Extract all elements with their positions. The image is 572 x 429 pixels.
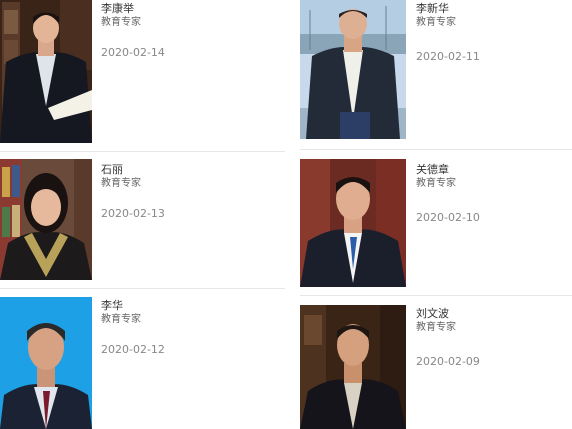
expert-name[interactable]: 李康举 (101, 2, 134, 16)
publish-date: 2020-02-12 (101, 343, 165, 356)
expert-name[interactable]: 李华 (101, 299, 123, 313)
expert-title: 教育专家 (416, 178, 456, 189)
expert-title: 教育专家 (101, 314, 141, 325)
expert-photo[interactable] (300, 159, 406, 287)
expert-photo[interactable] (300, 305, 406, 429)
expert-name[interactable]: 李新华 (416, 2, 449, 16)
expert-name[interactable]: 石丽 (101, 163, 123, 177)
expert-title: 教育专家 (416, 17, 456, 28)
divider (300, 149, 572, 150)
expert-title: 教育专家 (416, 322, 456, 333)
expert-title: 教育专家 (101, 178, 141, 189)
divider (0, 151, 285, 152)
expert-title: 教育专家 (101, 17, 141, 28)
expert-photo[interactable] (0, 297, 92, 429)
expert-name[interactable]: 刘文波 (416, 307, 449, 321)
publish-date: 2020-02-13 (101, 207, 165, 220)
expert-photo[interactable] (300, 0, 406, 139)
divider (300, 295, 572, 296)
publish-date: 2020-02-11 (416, 50, 480, 63)
divider (0, 288, 285, 289)
publish-date: 2020-02-14 (101, 46, 165, 59)
expert-name[interactable]: 关德章 (416, 163, 449, 177)
expert-photo[interactable] (0, 0, 92, 143)
publish-date: 2020-02-09 (416, 355, 480, 368)
expert-photo[interactable] (0, 159, 92, 280)
publish-date: 2020-02-10 (416, 211, 480, 224)
